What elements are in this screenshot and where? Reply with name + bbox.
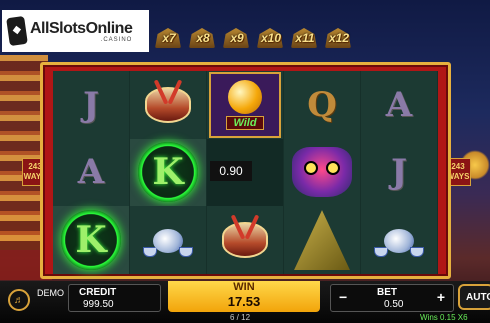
reel-cell: Q (284, 71, 361, 139)
wild-symbol: Wild (209, 71, 281, 138)
reel-cell (207, 206, 284, 274)
multiplier-row: x7 x8 x9 x10 x11 x12 (152, 24, 356, 52)
logo-subtext: .CASINO (100, 36, 133, 43)
site-logo: AllSlotsOnline .CASINO (2, 10, 149, 52)
bet-value: 0.50 (384, 299, 404, 310)
symbol-k-letter: K (75, 219, 107, 262)
reel-cell (361, 206, 438, 274)
reel-cell: J (53, 71, 130, 139)
symbol-k-letter: K (152, 151, 184, 194)
reel-cell: J (361, 138, 438, 207)
multiplier: x7 (152, 24, 186, 52)
reel-cell (284, 206, 361, 274)
reel-cell: K (53, 206, 130, 274)
drum-symbol-icon (145, 86, 191, 123)
win-panel: WIN 17.53 (168, 281, 320, 312)
reel-cell: K (130, 138, 207, 207)
symbol-k-glowing: K (138, 142, 198, 203)
win-page-indicator: 6 / 12 (230, 313, 251, 322)
line-win-popup: 0.90 (210, 161, 252, 181)
wild-label: Wild (226, 115, 264, 130)
bet-label: BET (377, 287, 397, 298)
reel-cell (284, 138, 361, 207)
zongzi-symbol-icon (294, 210, 350, 271)
symbol-j: J (82, 84, 100, 125)
card-logo-icon (6, 15, 28, 47)
autoplay-button[interactable]: AUTO (458, 284, 490, 310)
sound-toggle-button[interactable]: ♬ (8, 289, 30, 311)
mode-label: DEMO (37, 288, 64, 298)
symbol-j: J (390, 152, 408, 193)
wins-note: Wins 0.15 X6 (420, 313, 468, 322)
reel-cell (130, 206, 207, 274)
win-value: 17.53 (227, 294, 261, 309)
multiplier: x9 (220, 24, 254, 52)
drum-symbol-icon (222, 222, 268, 259)
symbol-a: A (385, 84, 413, 125)
symbol-k-glowing: K (61, 210, 121, 271)
multiplier: x10 (254, 24, 288, 52)
bet-panel: − BET 0.50 + (330, 284, 454, 312)
pearl-icon (228, 79, 262, 114)
credit-value: 999.50 (83, 299, 114, 310)
reel-cell: A (53, 138, 130, 207)
credit-label: CREDIT (79, 287, 117, 298)
multiplier: x12 (322, 24, 356, 52)
win-label: WIN (233, 281, 255, 293)
dragon-symbol-icon (292, 147, 352, 198)
teapot-symbol-icon (143, 223, 193, 258)
bet-decrease-button[interactable]: − (339, 289, 347, 305)
bet-increase-button[interactable]: + (437, 289, 445, 305)
logo-text: AllSlotsOnline (30, 19, 133, 37)
credit-panel: CREDIT 999.50 (68, 284, 161, 312)
multiplier: x8 (186, 24, 220, 52)
reel-cell: Wild (207, 71, 284, 139)
reel-cell (130, 71, 207, 139)
symbol-a: A (77, 152, 105, 193)
symbol-q: Q (307, 84, 337, 125)
reel-cell: A (361, 71, 438, 139)
teapot-symbol-icon (374, 223, 424, 258)
control-bar: ♬ DEMO CREDIT 999.50 WIN 17.53 6 / 12 − … (0, 281, 490, 323)
speaker-icon: ♬ (14, 294, 24, 306)
multiplier: x11 (288, 24, 322, 52)
